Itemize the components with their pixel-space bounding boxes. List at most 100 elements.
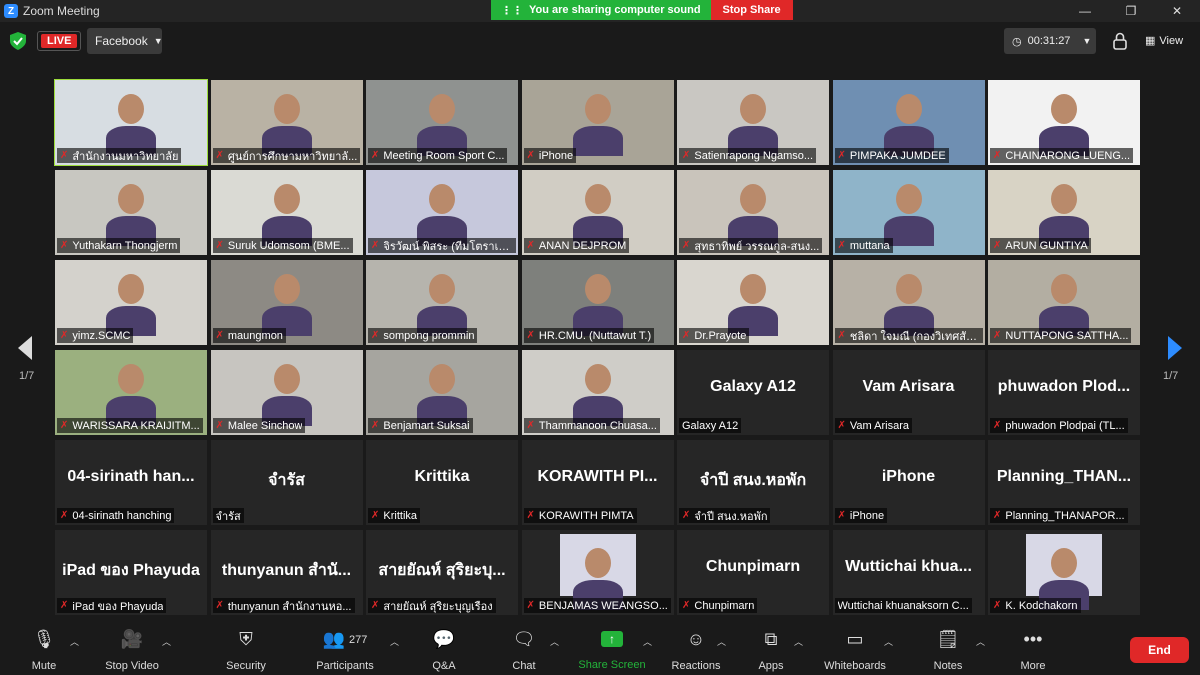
participant-tile[interactable]: ✗ ชลิดา ใจมณี (กองวิเทศสัม...: [832, 260, 985, 345]
next-page-arrow-icon[interactable]: [1168, 336, 1182, 360]
participant-tile[interactable]: ✗ สุทธาทิพย์ วรรณกูล-สนง...: [677, 170, 829, 255]
computer-sound-indicator[interactable]: ⋮⋮ You are sharing computer sound: [491, 0, 711, 20]
participants-options-caret-icon[interactable]: ︿: [390, 635, 399, 648]
participant-tile[interactable]: ✗ sompong prommin: [366, 260, 518, 345]
stream-dropdown[interactable]: Facebook ▼: [87, 28, 163, 54]
qa-button[interactable]: 💬 Q&A: [430, 629, 458, 672]
mute-options-caret-icon[interactable]: ︿: [70, 635, 79, 648]
minimize-icon[interactable]: —: [1062, 0, 1108, 22]
caret-down-icon: ▼: [1082, 36, 1092, 46]
apps-button[interactable]: ⧉ Apps: [757, 629, 785, 672]
meeting-timer[interactable]: ◷ 00:31:27 ▼: [1004, 28, 1096, 54]
participant-tile[interactable]: ✗ iPhone: [521, 80, 674, 165]
participant-tile[interactable]: ✗ ANAN DEJPROM: [521, 170, 674, 255]
participant-tile[interactable]: ✗ ARUN GUNTIYA: [988, 170, 1140, 255]
participant-tile[interactable]: ✗ Malee Sinchow: [210, 350, 363, 435]
participant-tile[interactable]: ✗ maungmon: [210, 260, 363, 345]
muted-mic-icon: ✗: [60, 510, 69, 521]
participant-tile[interactable]: iPhone ✗ iPhone: [832, 440, 985, 525]
stop-share-button[interactable]: Stop Share: [710, 0, 793, 20]
reactions-options-caret-icon[interactable]: ︿: [717, 635, 726, 648]
muted-mic-icon: ✗: [60, 600, 69, 611]
apps-options-caret-icon[interactable]: ︿: [794, 635, 803, 648]
participant-tile[interactable]: ✗ muttana: [832, 170, 985, 255]
whiteboards-button[interactable]: ▭ Whiteboards: [822, 629, 888, 672]
mute-button[interactable]: 🎙 Mute: [28, 629, 60, 672]
participant-tile[interactable]: Wuttichai khua... Wuttichai khuanaksorn C…: [832, 530, 985, 615]
end-meeting-button[interactable]: End: [1130, 637, 1189, 663]
participant-tile[interactable]: ✗ Satienrapong Ngamso...: [677, 80, 829, 165]
muted-mic-icon: ✗: [526, 240, 535, 251]
participant-name-text: จำปี สนง.หอพัก: [694, 510, 768, 523]
participants-button[interactable]: 👥 277 Participants: [312, 629, 378, 672]
muted-mic-icon: ✗: [837, 420, 846, 431]
participant-tile[interactable]: Planning_THAN... ✗ Planning_THANAPOR...: [988, 440, 1140, 525]
muted-mic-icon: ✗: [837, 510, 846, 521]
participant-tile[interactable]: 04-sirinath han... ✗ 04-sirinath hanching: [55, 440, 207, 525]
participant-tile[interactable]: ✗ จิรวัฒน์ พิสระ (ทีมโตราเอม...: [366, 170, 518, 255]
participant-tile[interactable]: Vam Arisara ✗ Vam Arisara: [832, 350, 985, 435]
participant-tile[interactable]: ✗ yimz.SCMC: [55, 260, 207, 345]
chat-button[interactable]: 🗨 Chat: [510, 629, 538, 672]
participant-tile[interactable]: ✗ ศูนย์การศึกษามหาวิทยาลั...: [210, 80, 363, 165]
reactions-button[interactable]: ☺ Reactions: [670, 629, 722, 672]
apps-label: Apps: [758, 660, 784, 672]
share-options-caret-icon[interactable]: ︿: [643, 635, 652, 648]
whiteboard-icon: ▭: [846, 629, 864, 649]
participant-tile[interactable]: สายยัณห์ สุริยะบุ... ✗ สายยัณห์ สุริยะบุญเ…: [366, 530, 518, 615]
participant-tile[interactable]: thunyanun สำนั... ✗ thunyanun สำนักงานหอ..…: [210, 530, 363, 615]
participant-tile[interactable]: ✗ สำนักงานมหาวิทยาลัย: [54, 79, 208, 166]
chat-options-caret-icon[interactable]: ︿: [550, 635, 559, 648]
security-button[interactable]: ⛨ Security: [224, 629, 268, 672]
share-screen-button[interactable]: ↑ Share Screen: [578, 629, 646, 671]
participant-name-text: Malee Sinchow: [227, 419, 303, 432]
muted-mic-icon: ✗: [837, 150, 846, 161]
restore-icon[interactable]: ❐: [1108, 0, 1154, 22]
participant-name-label: ✗ WARISSARA KRAIJITM...: [57, 418, 203, 433]
participant-tile[interactable]: Chunpimarn ✗ Chunpimarn: [677, 530, 829, 615]
participant-tile[interactable]: ✗ WARISSARA KRAIJITM...: [55, 350, 207, 435]
qa-label: Q&A: [432, 660, 456, 672]
muted-mic-icon: ✗: [993, 600, 1002, 611]
participant-tile[interactable]: Galaxy A12 Galaxy A12: [677, 350, 829, 435]
participant-tile[interactable]: ✗ NUTTAPONG SATTHA...: [988, 260, 1140, 345]
participant-tile[interactable]: Krittika ✗ Krittika: [366, 440, 518, 525]
participant-tile[interactable]: iPad ของ Phayuda ✗ iPad ของ Phayuda: [55, 530, 207, 615]
participant-tile[interactable]: ✗ CHAINARONG LUENG...: [988, 80, 1140, 165]
muted-mic-icon: ✗: [526, 420, 535, 431]
participant-tile[interactable]: ✗ HR.CMU. (Nuttawut T.): [521, 260, 674, 345]
participant-tile[interactable]: ✗ K. Kodchakorn: [988, 530, 1140, 615]
person-head: [895, 184, 922, 214]
participant-tile[interactable]: ✗ PIMPAKA JUMDEE: [832, 80, 985, 165]
participant-tile[interactable]: ✗ BENJAMAS WEANGSO...: [521, 530, 674, 615]
previous-page-arrow-icon[interactable]: [18, 336, 32, 360]
participant-name-label: ✗ iPad ของ Phayuda: [57, 598, 167, 613]
live-badge[interactable]: LIVE: [37, 31, 82, 51]
participant-tile[interactable]: ✗ Yuthakarn Thongjerm: [55, 170, 207, 255]
participant-tile[interactable]: ✗ Benjamart Suksai: [366, 350, 518, 435]
muted-mic-icon: ✗: [837, 330, 846, 341]
whiteboards-options-caret-icon[interactable]: ︿: [884, 635, 893, 648]
participant-tile[interactable]: จำปี สนง.หอพัก ✗ จำปี สนง.หอพัก: [677, 440, 829, 525]
participant-tile[interactable]: ✗ Suruk Udomsom (BME...: [210, 170, 363, 255]
gallery-grid: ✗ สำนักงานมหาวิทยาลัย ✗ ศูนย์การศึกษามหาวิท…: [54, 79, 1145, 616]
participant-name-text: Yuthakarn Thongjerm: [72, 239, 178, 252]
lock-icon[interactable]: [1113, 32, 1127, 50]
participant-tile[interactable]: จำรัส จำรัส: [210, 440, 363, 525]
notes-button[interactable]: 🗒 Notes: [932, 629, 964, 672]
participant-tile[interactable]: KORAWITH PI... ✗ KORAWITH PIMTA: [521, 440, 674, 525]
muted-mic-icon: ✗: [215, 420, 224, 431]
video-options-caret-icon[interactable]: ︿: [162, 635, 171, 648]
participant-tile[interactable]: phuwadon Plod... ✗ phuwadon Plodpai (TL...: [988, 350, 1140, 435]
more-button[interactable]: ••• More: [1018, 629, 1048, 672]
notes-options-caret-icon[interactable]: ︿: [976, 635, 985, 648]
participant-tile[interactable]: ✗ Meeting Room Sport C...: [366, 80, 518, 165]
participant-tile[interactable]: ✗ Thammanoon Chuasa...: [521, 350, 674, 435]
muted-mic-icon: ✗: [215, 330, 224, 341]
participant-tile[interactable]: ✗ Dr.Prayote: [677, 260, 829, 345]
view-button[interactable]: ▦ View: [1145, 34, 1183, 48]
grid-view-icon: ▦: [1145, 35, 1156, 47]
encryption-shield-icon[interactable]: [10, 32, 26, 50]
stop-video-button[interactable]: 🎥 Stop Video: [100, 629, 164, 672]
close-icon[interactable]: ✕: [1154, 0, 1200, 22]
